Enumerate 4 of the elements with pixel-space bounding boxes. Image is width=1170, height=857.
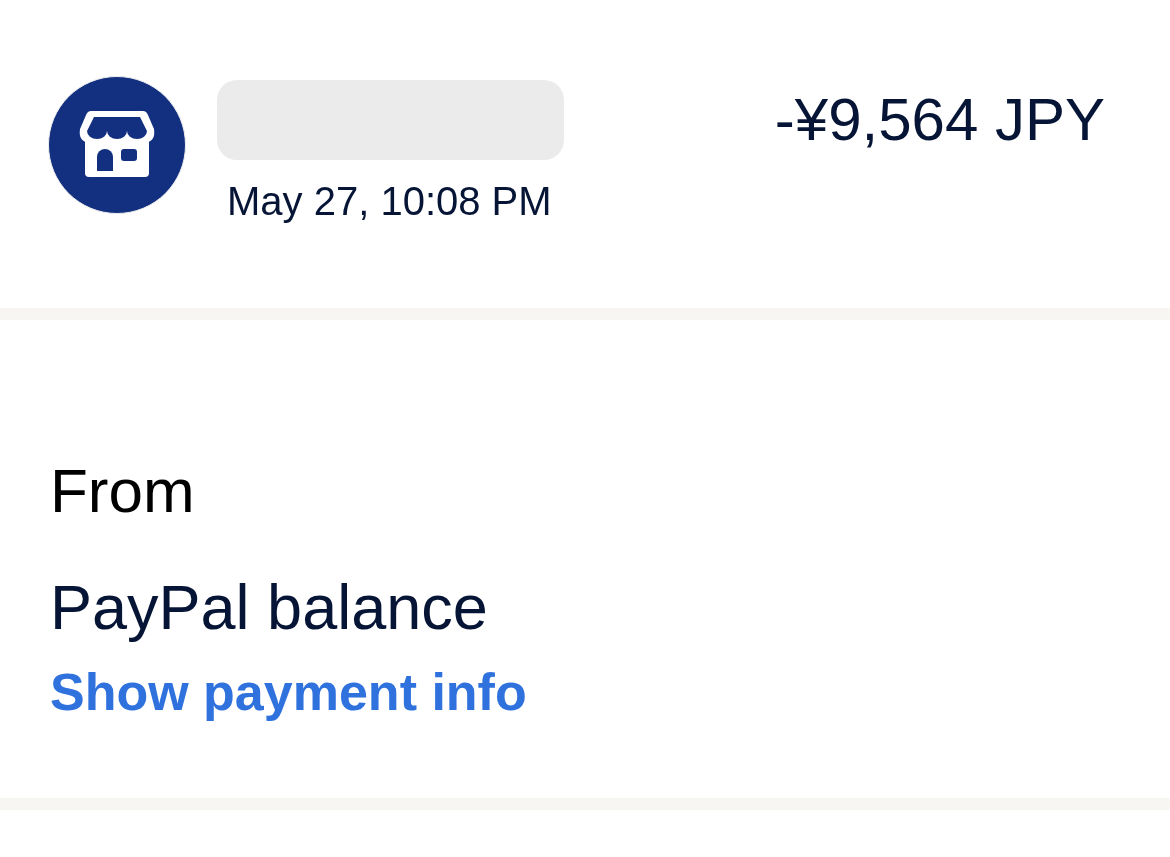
transaction-date: May 27, 10:08 PM: [227, 181, 553, 221]
transaction-amount: -¥9,564 JPY: [774, 90, 1105, 150]
section-label: From: [50, 460, 195, 522]
storefront-icon: [48, 76, 186, 214]
